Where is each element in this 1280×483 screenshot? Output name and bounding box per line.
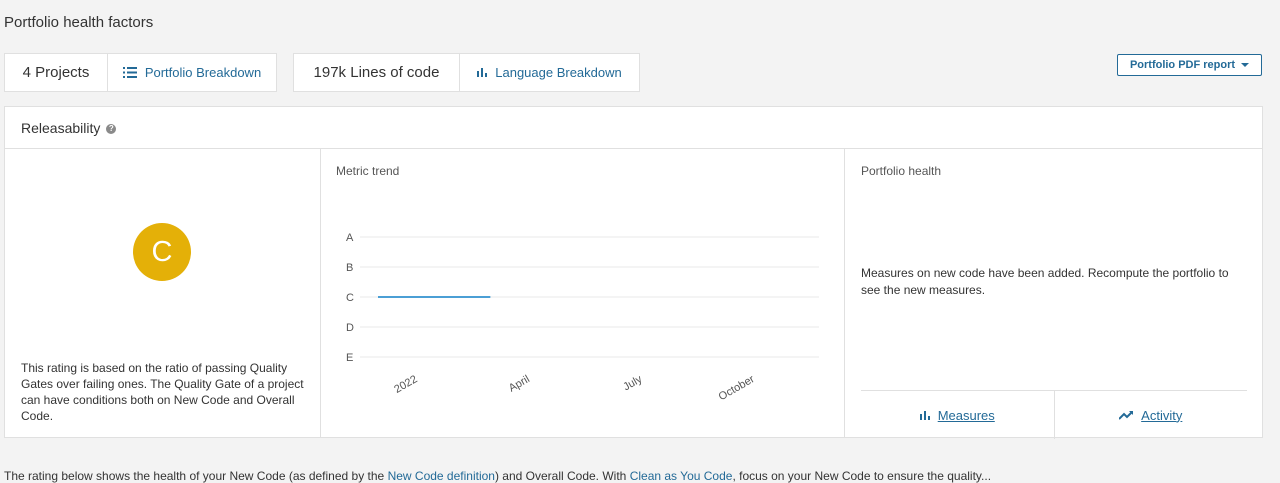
portfolio-health-column: Portfolio health Measures on new code ha…: [845, 149, 1263, 439]
releasability-title: Releasability: [21, 119, 101, 136]
clean-as-you-code-link[interactable]: Clean as You Code: [630, 469, 733, 483]
rating-description: This rating is based on the ratio of pas…: [21, 361, 304, 423]
caret-down-icon: [1241, 63, 1250, 67]
lines-stat: 197k Lines of code Language Breakdown: [293, 53, 640, 92]
portfolio-health-message: Measures on new code have been added. Re…: [861, 266, 1229, 297]
x-tick-label: 2022: [392, 373, 419, 396]
portfolio-health-title: Portfolio health: [861, 164, 942, 178]
y-tick-label: B: [346, 262, 353, 274]
help-icon[interactable]: ?: [106, 123, 117, 134]
releasability-panel: Releasability ? C This rating is based o…: [4, 106, 1263, 439]
page-title: Portfolio health factors: [4, 14, 154, 31]
list-icon: [122, 67, 137, 78]
rating-column: C This rating is based on the ratio of p…: [5, 149, 321, 437]
portfolio-health-footer: Measures Activity: [861, 390, 1247, 439]
new-code-definition-link[interactable]: New Code definition: [388, 469, 495, 483]
x-tick-label: October: [717, 373, 757, 403]
info-text-part-1: The rating below shows the health of you…: [4, 469, 388, 483]
measures-label: Measures: [937, 407, 995, 423]
info-text-part-2: ) and Overall Code. With: [494, 469, 630, 483]
x-tick-label: July: [621, 373, 644, 393]
projects-stat: 4 Projects Portfolio Breakdown: [4, 53, 277, 92]
pdf-report-label: Portfolio PDF report: [1129, 59, 1236, 71]
activity-label: Activity: [1141, 407, 1183, 423]
metric-trend-column: Metric trend A B C D E 2022 April July October: [320, 149, 845, 437]
bar-chart-icon: [919, 410, 930, 420]
language-breakdown-link[interactable]: Language Breakdown: [460, 54, 639, 91]
releasability-header: Releasability ?: [5, 107, 1262, 149]
y-tick-label: D: [346, 322, 354, 334]
trend-up-icon: [1119, 410, 1134, 420]
info-text-part-3: , focus on your New Code to ensure the q…: [732, 469, 992, 483]
releasability-rating-badge: C: [133, 223, 191, 281]
y-tick-label: E: [346, 352, 353, 364]
metric-trend-chart: A B C D E 2022 April July October: [346, 232, 819, 403]
lines-count: 197k Lines of code: [294, 54, 460, 91]
new-code-info-text: The rating below shows the health of you…: [4, 469, 1276, 483]
y-tick-label: C: [346, 292, 354, 304]
measures-link[interactable]: Measures: [861, 391, 1054, 439]
language-breakdown-label: Language Breakdown: [495, 65, 622, 80]
x-tick-label: April: [507, 373, 532, 394]
activity-link[interactable]: Activity: [1053, 391, 1248, 439]
projects-count: 4 Projects: [5, 54, 108, 91]
portfolio-breakdown-label: Portfolio Breakdown: [144, 65, 262, 80]
portfolio-breakdown-link[interactable]: Portfolio Breakdown: [108, 54, 276, 91]
y-tick-label: A: [346, 232, 354, 244]
portfolio-pdf-report-button[interactable]: Portfolio PDF report: [1117, 54, 1262, 76]
bar-chart-icon: [477, 68, 488, 77]
